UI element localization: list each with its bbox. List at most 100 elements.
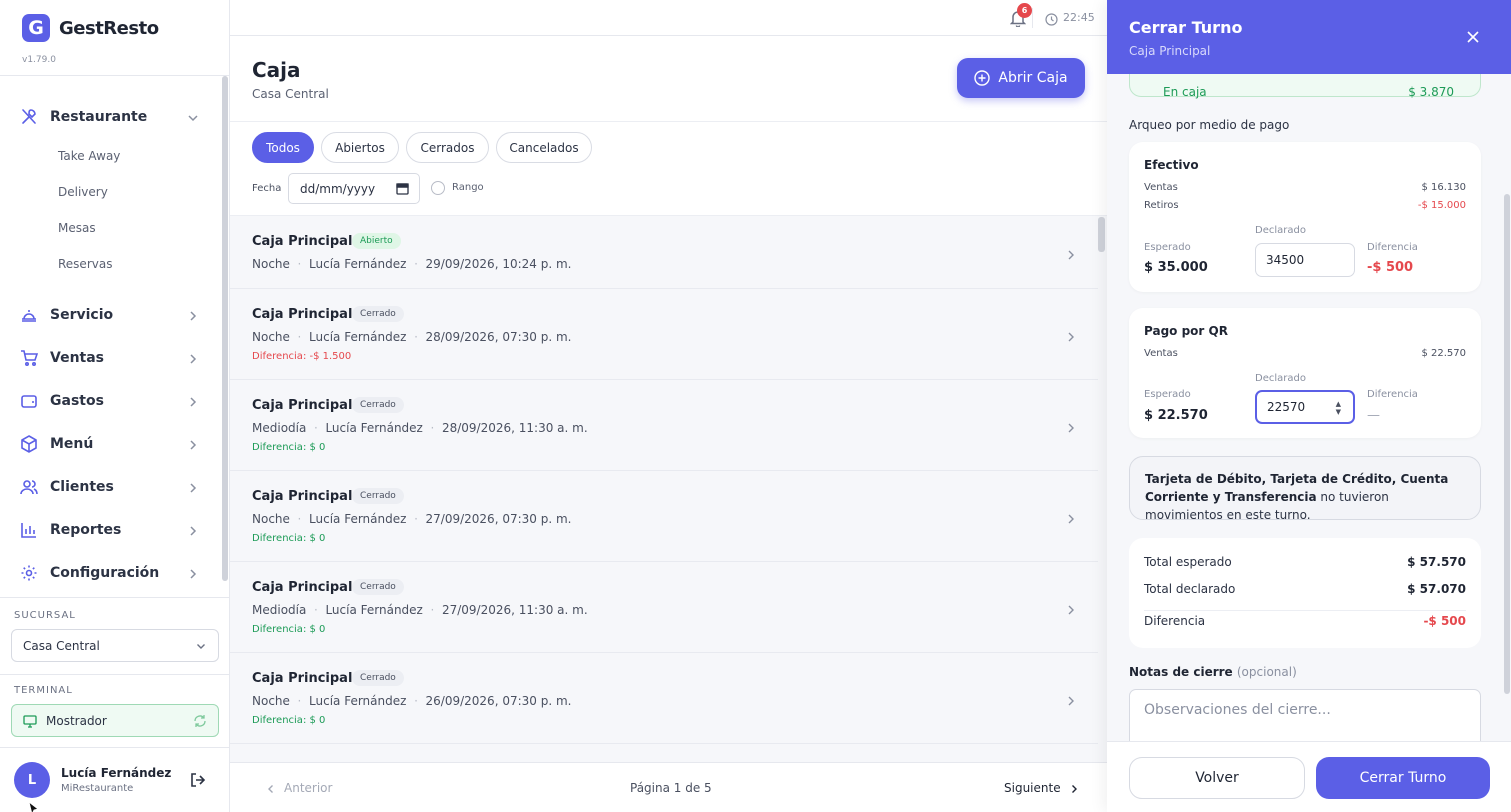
pagination: Anterior Página 1 de 5 Siguiente — [230, 762, 1107, 812]
row-datetime: 28/09/2026, 11:30 a. m. — [441, 421, 588, 435]
page-info: Página 1 de 5 — [630, 781, 712, 795]
user-organization: MiRestaurante — [61, 783, 134, 794]
row-user: Lucía Fernández — [309, 694, 407, 708]
list-item[interactable]: Caja Principal Cerrado Noche · Lucía Fer… — [230, 471, 1098, 562]
drawer-footer: Volver Cerrar Turno — [1107, 741, 1511, 812]
list-item[interactable]: Caja Principal Cerrado Mediodía · Lucía … — [230, 562, 1098, 653]
number-spinner-icon[interactable]: ▲ ▼ — [1336, 400, 1341, 416]
user-profile[interactable]: L Lucía Fernández MiRestaurante — [14, 762, 171, 798]
ventas-label: Ventas — [1144, 182, 1178, 193]
notes-placeholder: Observaciones del cierre... — [1144, 702, 1331, 718]
sidebar-item-servicio[interactable]: Servicio — [20, 303, 200, 327]
logout-icon[interactable] — [189, 771, 207, 789]
drawer-scrollbar[interactable] — [1504, 194, 1510, 694]
declarado-label: Declarado — [1255, 225, 1306, 236]
sidebar-item-label: Restaurante — [50, 109, 148, 125]
sidebar-scrollbar[interactable] — [222, 76, 228, 581]
sidebar-item-label: Menú — [50, 436, 94, 452]
row-difference: Diferencia: $ 0 — [252, 624, 326, 635]
sidebar-divider — [0, 747, 229, 748]
sidebar-item-label: Configuración — [50, 565, 160, 581]
range-radio[interactable] — [431, 181, 445, 195]
status-badge: Cerrado — [352, 488, 404, 504]
next-page-button[interactable]: Siguiente — [1004, 781, 1079, 795]
filter-chip-todos[interactable]: Todos — [252, 132, 314, 163]
ventas-label: Ventas — [1144, 348, 1178, 359]
row-difference: Diferencia: $ 0 — [252, 533, 326, 544]
sidebar-subitem-mesas[interactable]: Mesas — [58, 221, 96, 235]
efectivo-declarado-input[interactable]: 34500 — [1255, 243, 1355, 277]
topbar-divider — [1032, 8, 1033, 28]
refresh-icon[interactable] — [193, 714, 207, 728]
closing-notes-textarea[interactable]: Observaciones del cierre... — [1129, 689, 1481, 741]
cash-register-list: Caja Principal Abierto Noche · Lucía Fer… — [230, 217, 1098, 762]
efectivo-ventas-row: Ventas $ 16.130 — [1144, 182, 1466, 193]
sucursal-select[interactable]: Casa Central — [11, 629, 219, 662]
efectivo-card: Efectivo Ventas $ 16.130 Retiros -$ 15.0… — [1129, 142, 1481, 292]
qr-declarado-input[interactable]: 22570 ▲ ▼ — [1255, 390, 1355, 424]
qr-title: Pago por QR — [1144, 324, 1228, 338]
sidebar-item-reportes[interactable]: Reportes — [20, 518, 200, 542]
note-methods: Tarjeta de Débito, Tarjeta de Crédito, C… — [1145, 472, 1449, 504]
sidebar-subitem-delivery[interactable]: Delivery — [58, 185, 108, 199]
current-time: 22:45 — [1063, 11, 1095, 24]
wallet-icon — [20, 392, 38, 410]
brand[interactable]: G GestResto — [22, 14, 159, 42]
list-item[interactable]: Caja Principal Cerrado Mediodía · Lucía … — [230, 380, 1098, 471]
sidebar-divider — [0, 75, 229, 76]
sidebar-item-ventas[interactable]: Ventas — [20, 346, 200, 370]
sidebar-item-label: Ventas — [50, 350, 105, 366]
sidebar-subitem-take-away[interactable]: Take Away — [58, 149, 120, 163]
notes-label: Notas de cierre (opcional) — [1129, 665, 1297, 679]
app-logo: G — [22, 14, 50, 42]
list-item[interactable]: Caja Principal Abierto Noche · Lucía Fer… — [230, 217, 1098, 289]
sidebar: G GestResto v1.79.0 Restaurante Take Awa… — [0, 0, 230, 812]
filter-chip-abiertos[interactable]: Abiertos — [321, 132, 399, 163]
close-icon[interactable] — [1466, 29, 1480, 43]
chevron-right-icon — [1065, 510, 1077, 524]
sidebar-item-configuracion[interactable]: Configuración — [20, 561, 200, 585]
list-item[interactable]: Caja Principal Cerrado Noche · Lucía Fer… — [230, 289, 1098, 380]
chevron-right-icon — [186, 308, 200, 322]
date-input[interactable]: dd/mm/yyyy — [288, 173, 420, 204]
row-datetime: 28/09/2026, 07:30 p. m. — [425, 330, 572, 344]
row-user: Lucía Fernández — [325, 421, 423, 435]
sidebar-subitem-reservas[interactable]: Reservas — [58, 257, 112, 271]
row-shift: Noche — [252, 257, 290, 271]
ventas-value: $ 16.130 — [1421, 182, 1466, 193]
open-cash-button[interactable]: Abrir Caja — [957, 58, 1085, 98]
drawer-subtitle: Caja Principal — [1129, 44, 1211, 58]
total-declarado-label: Total declarado — [1144, 582, 1236, 596]
calendar-icon[interactable] — [396, 182, 409, 195]
row-meta: Noche · Lucía Fernández · 29/09/2026, 10… — [252, 257, 572, 271]
filter-chip-cancelados[interactable]: Cancelados — [496, 132, 592, 163]
sucursal-value: Casa Central — [23, 638, 100, 653]
total-diferencia-value: -$ 500 — [1423, 614, 1466, 628]
sidebar-item-gastos[interactable]: Gastos — [20, 389, 200, 413]
filter-chip-cerrados[interactable]: Cerrados — [406, 132, 489, 163]
row-meta: Noche · Lucía Fernández · 27/09/2026, 07… — [252, 512, 572, 526]
chevron-right-icon — [186, 523, 200, 537]
chevron-right-icon — [1065, 246, 1077, 260]
sidebar-item-restaurante[interactable]: Restaurante — [20, 105, 200, 129]
notes-label-text: Notas de cierre — [1129, 665, 1233, 679]
chevron-down-icon — [186, 110, 200, 124]
sidebar-item-clientes[interactable]: Clientes — [20, 475, 200, 499]
row-user: Lucía Fernández — [309, 512, 407, 526]
back-button[interactable]: Volver — [1129, 757, 1305, 799]
list-scrollbar[interactable] — [1098, 217, 1105, 252]
chevron-right-icon — [1065, 601, 1077, 615]
sidebar-item-menu[interactable]: Menú — [20, 432, 200, 456]
diferencia-value: — — [1367, 408, 1380, 423]
chevron-right-icon — [1069, 783, 1079, 793]
cloche-icon — [20, 306, 38, 324]
row-datetime: 26/09/2026, 07:30 p. m. — [425, 694, 572, 708]
terminal-select[interactable]: Mostrador — [11, 704, 219, 737]
row-datetime: 29/09/2026, 10:24 p. m. — [425, 257, 572, 271]
drawer-title: Cerrar Turno — [1129, 18, 1243, 37]
status-badge: Cerrado — [352, 670, 404, 686]
prev-page-button[interactable]: Anterior — [266, 781, 332, 795]
chevron-right-icon — [186, 351, 200, 365]
list-item[interactable]: Caja Principal Cerrado Noche · Lucía Fer… — [230, 653, 1098, 744]
close-shift-button[interactable]: Cerrar Turno — [1316, 757, 1490, 799]
